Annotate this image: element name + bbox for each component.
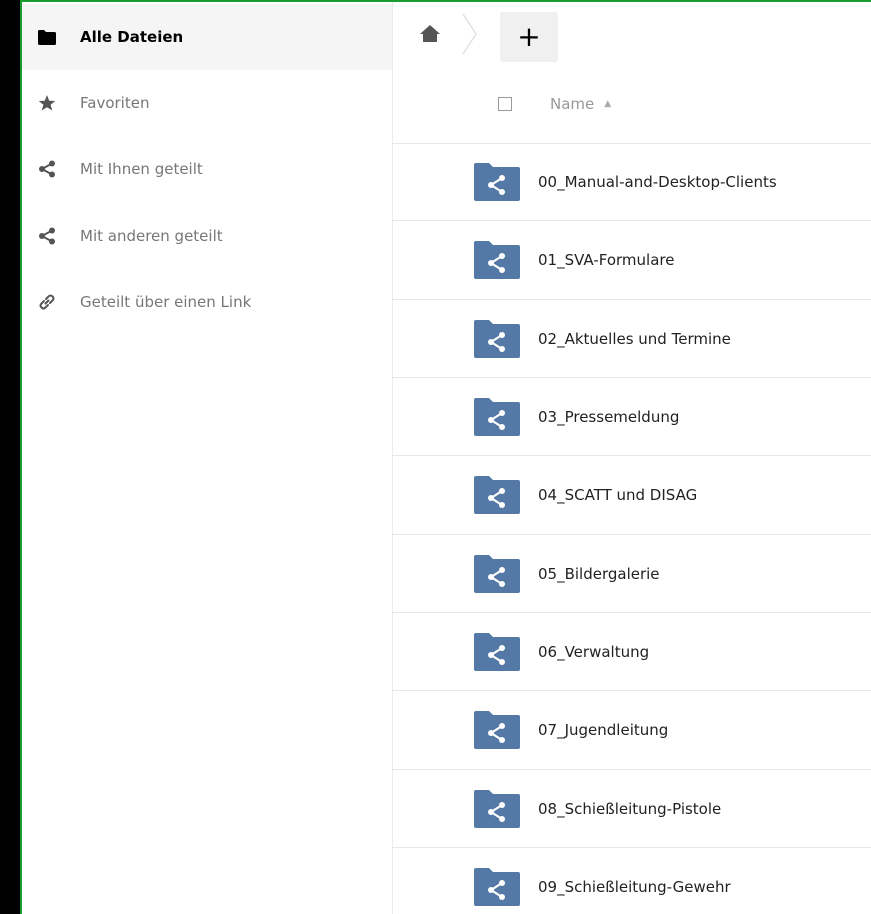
shared-folder-icon[interactable] [474,711,520,749]
name-header-label: Name [550,95,595,113]
file-name[interactable]: 02_Aktuelles und Termine [538,330,731,348]
sidebar-item-shared-by-link[interactable]: Geteilt über einen Link [22,269,392,335]
breadcrumb-controls: + [392,2,871,68]
app-navigation: Alle Dateien Favoriten Mit Ihnen geteilt… [22,2,393,914]
shared-folder-icon[interactable] [474,790,520,828]
name-column-header[interactable]: Name ▲ [550,95,611,113]
file-name[interactable]: 09_Schießleitung-Gewehr [538,878,731,896]
table-row[interactable]: 06_Verwaltung [392,613,871,691]
file-name[interactable]: 01_SVA-Formulare [538,251,674,269]
breadcrumb-separator [460,12,480,56]
folder-icon [34,24,60,50]
file-list-view: + Name ▲ 00_Manual-and-Desktop-Clients 01… [392,2,871,914]
shared-folder-icon[interactable] [474,633,520,671]
sidebar-item-label: Geteilt über einen Link [80,293,252,311]
sort-ascending-icon: ▲ [604,99,612,109]
sidebar-item-all-files[interactable]: Alle Dateien [22,4,392,70]
share-icon [34,156,60,182]
file-name[interactable]: 05_Bildergalerie [538,565,660,583]
add-button[interactable]: + [500,12,558,62]
table-row[interactable]: 09_Schießleitung-Gewehr [392,848,871,914]
link-icon [34,289,60,315]
shared-folder-icon[interactable] [474,476,520,514]
table-row[interactable]: 05_Bildergalerie [392,535,871,613]
file-name[interactable]: 04_SCATT und DISAG [538,486,697,504]
sidebar-item-label: Favoriten [80,94,150,112]
sidebar-item-shared-with-you[interactable]: Mit Ihnen geteilt [22,136,392,202]
shared-folder-icon[interactable] [474,241,520,279]
shared-folder-icon[interactable] [474,163,520,201]
select-all-checkbox[interactable] [498,97,512,111]
file-name[interactable]: 06_Verwaltung [538,643,649,661]
sidebar-item-label: Mit anderen geteilt [80,227,223,245]
table-row[interactable]: 02_Aktuelles und Termine [392,300,871,378]
file-name[interactable]: 08_Schießleitung-Pistole [538,800,721,818]
table-row[interactable]: 07_Jugendleitung [392,691,871,770]
table-header: Name ▲ [392,68,871,144]
table-row[interactable]: 00_Manual-and-Desktop-Clients [392,143,871,221]
shared-folder-icon[interactable] [474,398,520,436]
sidebar-item-label: Mit Ihnen geteilt [80,160,203,178]
shared-folder-icon[interactable] [474,868,520,906]
file-name[interactable]: 00_Manual-and-Desktop-Clients [538,173,777,191]
file-name[interactable]: 03_Pressemeldung [538,408,679,426]
table-row[interactable]: 01_SVA-Formulare [392,221,871,300]
files-app-window: Alle Dateien Favoriten Mit Ihnen geteilt… [20,0,871,914]
table-row[interactable]: 04_SCATT und DISAG [392,456,871,535]
file-list: 00_Manual-and-Desktop-Clients 01_SVA-Form… [392,143,871,914]
shared-folder-icon[interactable] [474,320,520,358]
sidebar-item-shared-with-others[interactable]: Mit anderen geteilt [22,203,392,269]
sidebar-item-favorites[interactable]: Favoriten [22,70,392,136]
shared-folder-icon[interactable] [474,555,520,593]
table-row[interactable]: 08_Schießleitung-Pistole [392,770,871,848]
share-icon [34,223,60,249]
table-row[interactable]: 03_Pressemeldung [392,378,871,456]
file-name[interactable]: 07_Jugendleitung [538,721,668,739]
star-icon [34,90,60,116]
home-icon[interactable] [418,22,442,46]
sidebar-item-label: Alle Dateien [80,28,184,46]
